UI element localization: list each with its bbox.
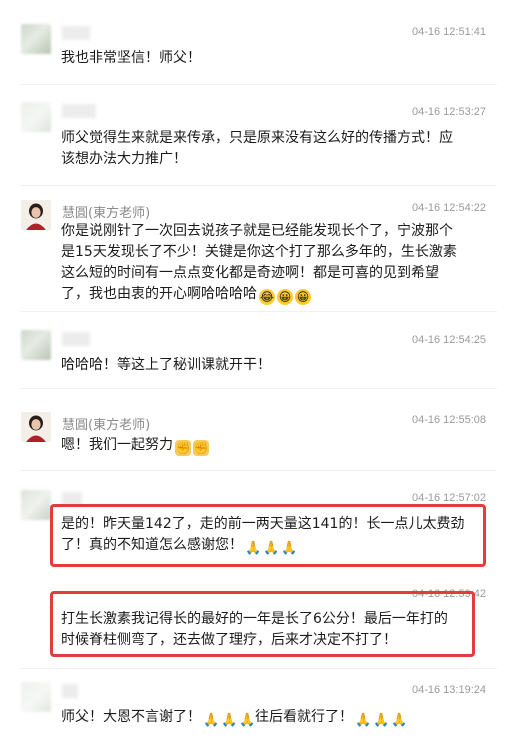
fist-icon: ✊	[175, 440, 191, 456]
sender-name	[62, 26, 90, 40]
divider	[20, 470, 497, 471]
divider	[20, 311, 497, 312]
avatar[interactable]	[21, 330, 51, 360]
pray-icon: 🙏	[373, 713, 390, 728]
pray-icon: 🙏	[355, 713, 372, 728]
highlight-box	[50, 504, 486, 567]
laugh-icon: 😂	[259, 289, 275, 305]
avatar[interactable]	[21, 200, 51, 230]
message-text: 你是说刚针了一次回去说孩子就是已经能发现长个了，宁波那个是15天发现长了不少！关…	[61, 221, 463, 305]
sender-name[interactable]: 慧圓(東方老师)	[62, 414, 150, 433]
sender-name	[62, 104, 96, 118]
sender-name	[62, 332, 90, 346]
timestamp: 04-16 12:57:02	[411, 492, 486, 504]
grin-icon: 😀	[277, 289, 293, 305]
timestamp: 04-16 12:54:22	[411, 202, 486, 214]
divider	[20, 388, 497, 389]
divider	[20, 668, 497, 669]
timestamp: 04-16 12:54:25	[411, 334, 486, 346]
timestamp: 04-16 12:53:27	[411, 106, 486, 118]
avatar-photo	[21, 412, 51, 442]
message-text: 哈哈哈！等这上了秘训课就开干！	[61, 357, 271, 373]
sender-name[interactable]: 慧圓(東方老师)	[62, 202, 150, 221]
message-text-body: 你是说刚针了一次回去说孩子就是已经能发现长个了，宁波那个是15天发现长了不少！关…	[61, 223, 457, 302]
message-text-part-b: 往后看就行了！	[255, 709, 353, 725]
pray-icon: 🙏	[239, 713, 256, 728]
pray-icon: 🙏	[203, 713, 220, 728]
avatar[interactable]	[21, 412, 51, 442]
fist-icon: ✊	[193, 440, 209, 456]
avatar[interactable]	[21, 490, 51, 520]
timestamp: 04-16 13:19:24	[411, 684, 486, 696]
sender-name	[62, 684, 78, 698]
avatar[interactable]	[21, 102, 51, 132]
message-text: 师父觉得生来就是来传承，只是原来没有这么好的传播方式！应该想办法大力推广！	[61, 130, 453, 167]
divider	[20, 185, 497, 186]
avatar-photo	[21, 200, 51, 230]
avatar[interactable]	[21, 24, 51, 54]
message-text: 嗯！我们一起努力 ✊ ✊	[61, 435, 471, 456]
timestamp: 04-16 12:55:08	[411, 414, 486, 426]
avatar[interactable]	[21, 682, 51, 712]
divider	[20, 84, 497, 85]
timestamp: 04-16 12:51:41	[411, 26, 486, 38]
highlight-box	[50, 591, 475, 657]
pray-icon: 🙏	[221, 713, 238, 728]
grin-icon: 😀	[295, 289, 311, 305]
message-text-body: 嗯！我们一起努力	[61, 437, 173, 453]
message-text: 师父！大恩不言谢了！ 🙏 🙏 🙏往后看就行了！ 🙏 🙏 🙏	[61, 707, 501, 729]
pray-icon: 🙏	[391, 713, 408, 728]
message-text: 我也非常坚信！师父！	[61, 50, 201, 66]
message-text-part-a: 师父！大恩不言谢了！	[61, 709, 201, 725]
